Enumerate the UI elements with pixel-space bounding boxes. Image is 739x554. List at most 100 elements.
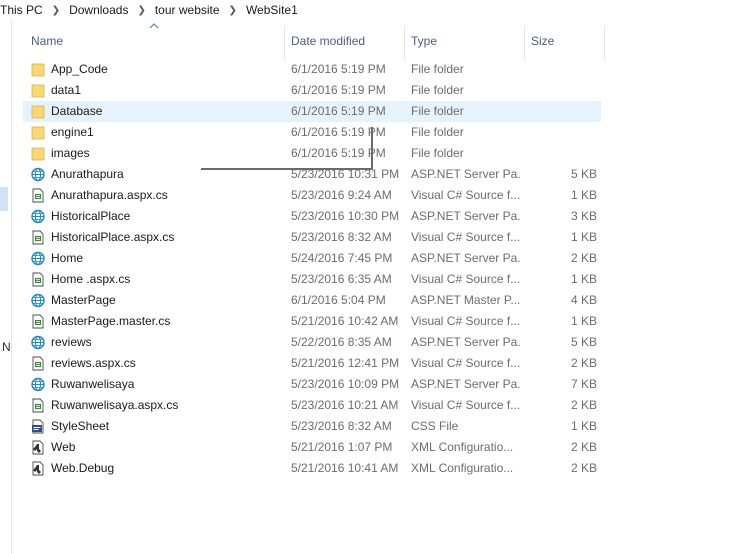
nav-selected-item[interactable] <box>0 187 8 211</box>
file-name: images <box>51 146 90 160</box>
file-date-modified: 6/1/2016 5:04 PM <box>291 293 386 307</box>
aspx-globe-icon <box>31 377 47 392</box>
file-name: reviews.aspx.cs <box>51 356 136 370</box>
file-date-modified: 5/21/2016 10:42 AM <box>291 314 399 328</box>
file-row[interactable]: Anurathapura.aspx.cs 5/23/2016 9:24 AM Vis… <box>23 185 601 206</box>
drag-artifact-line <box>371 127 373 170</box>
file-row[interactable]: App_Code 6/1/2016 5:19 PM File folder <box>23 59 601 80</box>
file-row[interactable]: MasterPage.master.cs 5/21/2016 10:42 AM Vi… <box>23 311 601 332</box>
file-type: ASP.NET Server Pa... <box>411 335 521 349</box>
config-file-icon <box>31 440 47 455</box>
file-row[interactable]: StyleSheet 5/23/2016 8:32 AM CSS File 1 KB <box>23 416 601 437</box>
column-header-type[interactable]: Type <box>411 20 521 61</box>
file-name: MasterPage <box>51 293 116 307</box>
file-size: 1 KB <box>570 230 597 244</box>
file-name: HistoricalPlace <box>51 209 131 223</box>
file-type: Visual C# Source f... <box>411 188 521 202</box>
file-row[interactable]: Home 5/24/2016 7:45 PM ASP.NET Server Pa..… <box>23 248 601 269</box>
file-type: File folder <box>411 146 464 160</box>
file-type: XML Configuratio... <box>411 440 514 454</box>
aspx-globe-icon <box>31 167 47 182</box>
file-name: Ruwanwelisaya <box>51 377 135 391</box>
chevron-right-icon[interactable]: ❯ <box>130 5 152 16</box>
file-row[interactable]: Ruwanwelisaya 5/23/2016 10:09 PM ASP.NET S… <box>23 374 601 395</box>
file-date-modified: 5/21/2016 10:41 AM <box>291 461 399 475</box>
nav-partial-label[interactable]: N <box>2 340 11 354</box>
file-row[interactable]: Ruwanwelisaya.aspx.cs 5/23/2016 10:21 AM V… <box>23 395 601 416</box>
file-type: File folder <box>411 104 464 118</box>
column-header-size[interactable]: Size <box>531 20 601 61</box>
file-type: Visual C# Source f... <box>411 230 521 244</box>
file-date-modified: 5/23/2016 8:32 AM <box>291 419 392 433</box>
file-size <box>533 143 597 164</box>
breadcrumb-downloads[interactable]: Downloads <box>67 3 130 17</box>
file-row[interactable]: data1 6/1/2016 5:19 PM File folder <box>23 80 601 101</box>
file-row[interactable]: reviews.aspx.cs 5/21/2016 12:41 PM Visual … <box>23 353 601 374</box>
file-row[interactable]: reviews 5/22/2016 8:35 AM ASP.NET Server P… <box>23 332 601 353</box>
file-size <box>533 59 597 80</box>
aspx-globe-icon <box>31 251 47 266</box>
file-name: Web.Debug <box>51 461 115 475</box>
file-row[interactable]: MasterPage 6/1/2016 5:04 PM ASP.NET Master… <box>23 290 601 311</box>
file-date-modified: 6/1/2016 5:19 PM <box>291 125 386 139</box>
breadcrumb-website1[interactable]: WebSite1 <box>244 3 300 17</box>
column-divider[interactable] <box>284 26 285 60</box>
file-date-modified: 5/23/2016 10:21 AM <box>291 398 399 412</box>
file-size: 1 KB <box>570 419 597 433</box>
folder-icon <box>31 146 47 161</box>
column-divider[interactable] <box>404 26 405 60</box>
file-type: Visual C# Source f... <box>411 314 521 328</box>
file-type: ASP.NET Master P... <box>411 293 521 307</box>
file-date-modified: 6/1/2016 5:19 PM <box>291 104 386 118</box>
file-row[interactable]: Web.Debug 5/21/2016 10:41 AM XML Configura… <box>23 458 601 479</box>
file-date-modified: 5/22/2016 8:35 AM <box>291 335 392 349</box>
file-row[interactable]: HistoricalPlace 5/23/2016 10:30 PM ASP.NET… <box>23 206 601 227</box>
file-type: File folder <box>411 125 464 139</box>
file-row[interactable]: engine1 6/1/2016 5:19 PM File folder <box>23 122 601 143</box>
file-row[interactable]: HistoricalPlace.aspx.cs 5/23/2016 8:32 AM… <box>23 227 601 248</box>
folder-icon <box>31 104 47 119</box>
file-row[interactable]: Database 6/1/2016 5:19 PM File folder <box>23 101 601 122</box>
file-size: 3 KB <box>570 209 597 223</box>
breadcrumb-tour-website[interactable]: tour website <box>153 3 222 17</box>
file-type: File folder <box>411 83 464 97</box>
folder-icon <box>31 83 47 98</box>
file-name: Ruwanwelisaya.aspx.cs <box>51 398 179 412</box>
aspx-globe-icon <box>31 293 47 308</box>
breadcrumb-this-pc[interactable]: This PC <box>0 3 45 17</box>
column-header-date[interactable]: Date modified <box>291 20 401 61</box>
file-size: 5 KB <box>570 335 597 349</box>
file-name: engine1 <box>51 125 94 139</box>
file-row[interactable]: images 6/1/2016 5:19 PM File folder <box>23 143 601 164</box>
chevron-right-icon[interactable]: ❯ <box>222 5 244 16</box>
file-date-modified: 5/21/2016 1:07 PM <box>291 440 393 454</box>
file-size: 2 KB <box>570 356 597 370</box>
column-divider[interactable] <box>604 26 605 60</box>
file-size: 2 KB <box>570 251 597 265</box>
file-name: HistoricalPlace.aspx.cs <box>51 230 175 244</box>
csharp-file-icon <box>31 188 47 203</box>
column-header-name[interactable]: Name <box>31 20 281 61</box>
navigation-pane[interactable]: N <box>0 20 12 554</box>
file-type: Visual C# Source f... <box>411 272 521 286</box>
file-row[interactable]: Home .aspx.cs 5/23/2016 6:35 AM Visual C# … <box>23 269 601 290</box>
chevron-right-icon[interactable]: ❯ <box>45 5 67 16</box>
config-file-icon <box>31 461 47 476</box>
file-size: 7 KB <box>570 377 597 391</box>
file-name: MasterPage.master.cs <box>51 314 171 328</box>
aspx-globe-icon <box>31 335 47 350</box>
file-size: 4 KB <box>570 293 597 307</box>
file-name: StyleSheet <box>51 419 110 433</box>
column-header-size-label: Size <box>531 33 555 48</box>
file-name: reviews <box>51 335 92 349</box>
drag-artifact-line <box>201 168 373 170</box>
csharp-file-icon <box>31 398 47 413</box>
file-size: 2 KB <box>570 398 597 412</box>
file-date-modified: 5/23/2016 10:30 PM <box>291 209 400 223</box>
file-name: Anurathapura.aspx.cs <box>51 188 168 202</box>
csharp-file-icon <box>31 356 47 371</box>
file-row[interactable]: Web 5/21/2016 1:07 PM XML Configuratio... 2… <box>23 437 601 458</box>
column-divider[interactable] <box>524 26 525 60</box>
aspx-globe-icon <box>31 209 47 224</box>
css-file-icon <box>31 419 47 434</box>
